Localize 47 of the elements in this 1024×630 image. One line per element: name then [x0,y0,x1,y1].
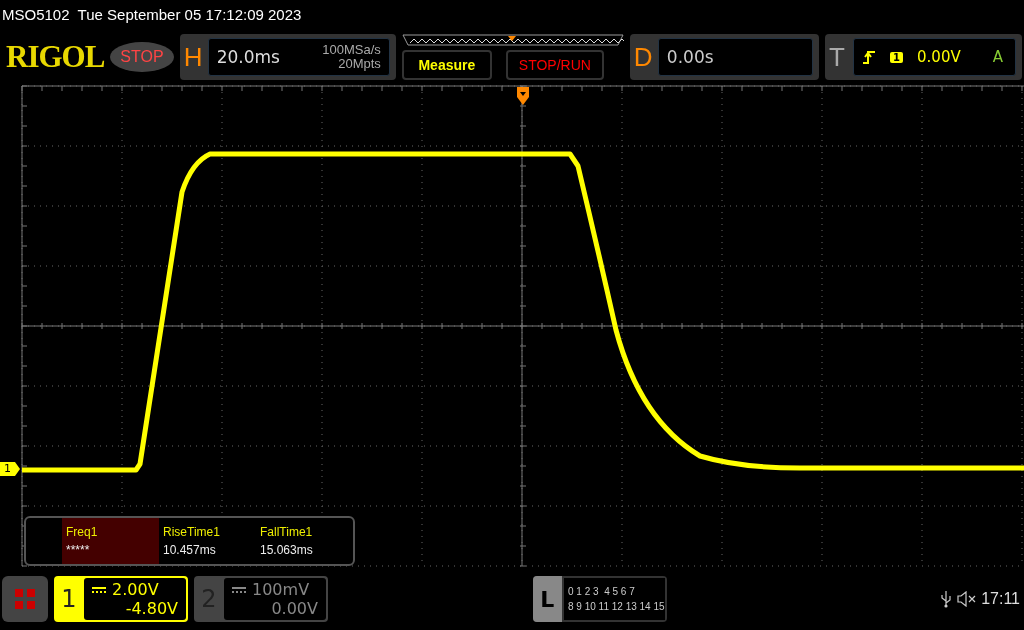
trigger-source: 1 [890,51,904,63]
channel-scale: 100mV [252,580,310,599]
channel-offset: -4.80V [125,599,178,618]
memory-depth: 20Mpts [338,57,381,71]
logic-channel-numbers: 0 1 2 3 4 5 6 7 [568,586,636,597]
measurement-name: Freq1 [66,525,99,539]
logic-channel-numbers: 8 9 10 11 12 13 14 15 [568,601,665,612]
panel-letter: D [633,41,652,73]
measurement-item[interactable]: FallTime1 15.063ms [256,518,353,564]
rising-edge-icon [862,49,877,65]
measurement-value: 10.457ms [163,543,217,557]
channel-scale: 2.00V [112,580,159,599]
dc-coupling-icon [232,586,246,593]
measurement-value: ***** [66,543,91,557]
trigger-position-icon [517,87,529,107]
measurement-item[interactable]: RiseTime1 10.457ms [159,518,256,564]
logic-panel[interactable]: L 0 1 2 3 4 5 6 7 8 9 10 11 12 13 14 15 [532,576,667,622]
measurement-name: RiseTime1 [163,525,221,539]
header-button[interactable]: STOP/RUN [505,50,604,80]
channel-offset: 0.00V [271,599,318,618]
usb-icon [941,590,952,608]
timebase-value: 20.0ms [216,47,281,67]
sample-rate: 100MSa/s [322,43,381,57]
trigger-level: 0.00V [917,48,961,66]
dc-coupling-icon [92,586,106,593]
panel-letter: H [183,41,202,73]
window-title: MSO5102 Tue September 05 17:12:09 2023 [1,5,303,25]
horizontal-panel[interactable]: H 20.0ms 100MSa/s 20Mpts [179,34,396,80]
grid-menu-icon [15,589,35,609]
measurement-item[interactable]: Freq1 ***** [62,518,159,564]
delay-panel[interactable]: D 0.00s [629,34,820,80]
speaker-muted-icon[interactable] [957,591,978,607]
waveform-overview-icon [401,34,624,46]
panel-letter: T [829,41,846,73]
channel-panel[interactable]: 1 2.00V -4.80V [54,576,188,622]
channel-number: 1 [60,584,78,615]
logic-letter: L [532,576,562,622]
brand-logo: RIGOL [6,39,105,75]
channel-marker[interactable]: 1 [0,462,20,476]
trigger-panel[interactable]: T 1 0.00V A [825,34,1022,80]
delay-value: 0.00s [666,47,714,67]
header-button[interactable]: Measure [401,50,492,80]
measurement-value: 15.063ms [260,543,314,557]
trigger-mode: A [992,48,1003,66]
measurement-name: FallTime1 [260,525,314,539]
run-state-indicator: STOP [110,42,174,72]
clock-time: 17:11 [981,590,1020,608]
